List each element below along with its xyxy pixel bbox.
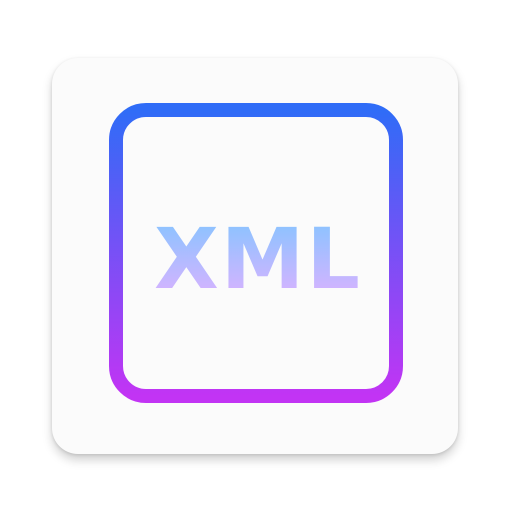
document-frame-icon: XML — [109, 103, 403, 403]
app-icon[interactable]: XML — [0, 0, 512, 512]
xml-label: XML — [154, 210, 362, 308]
